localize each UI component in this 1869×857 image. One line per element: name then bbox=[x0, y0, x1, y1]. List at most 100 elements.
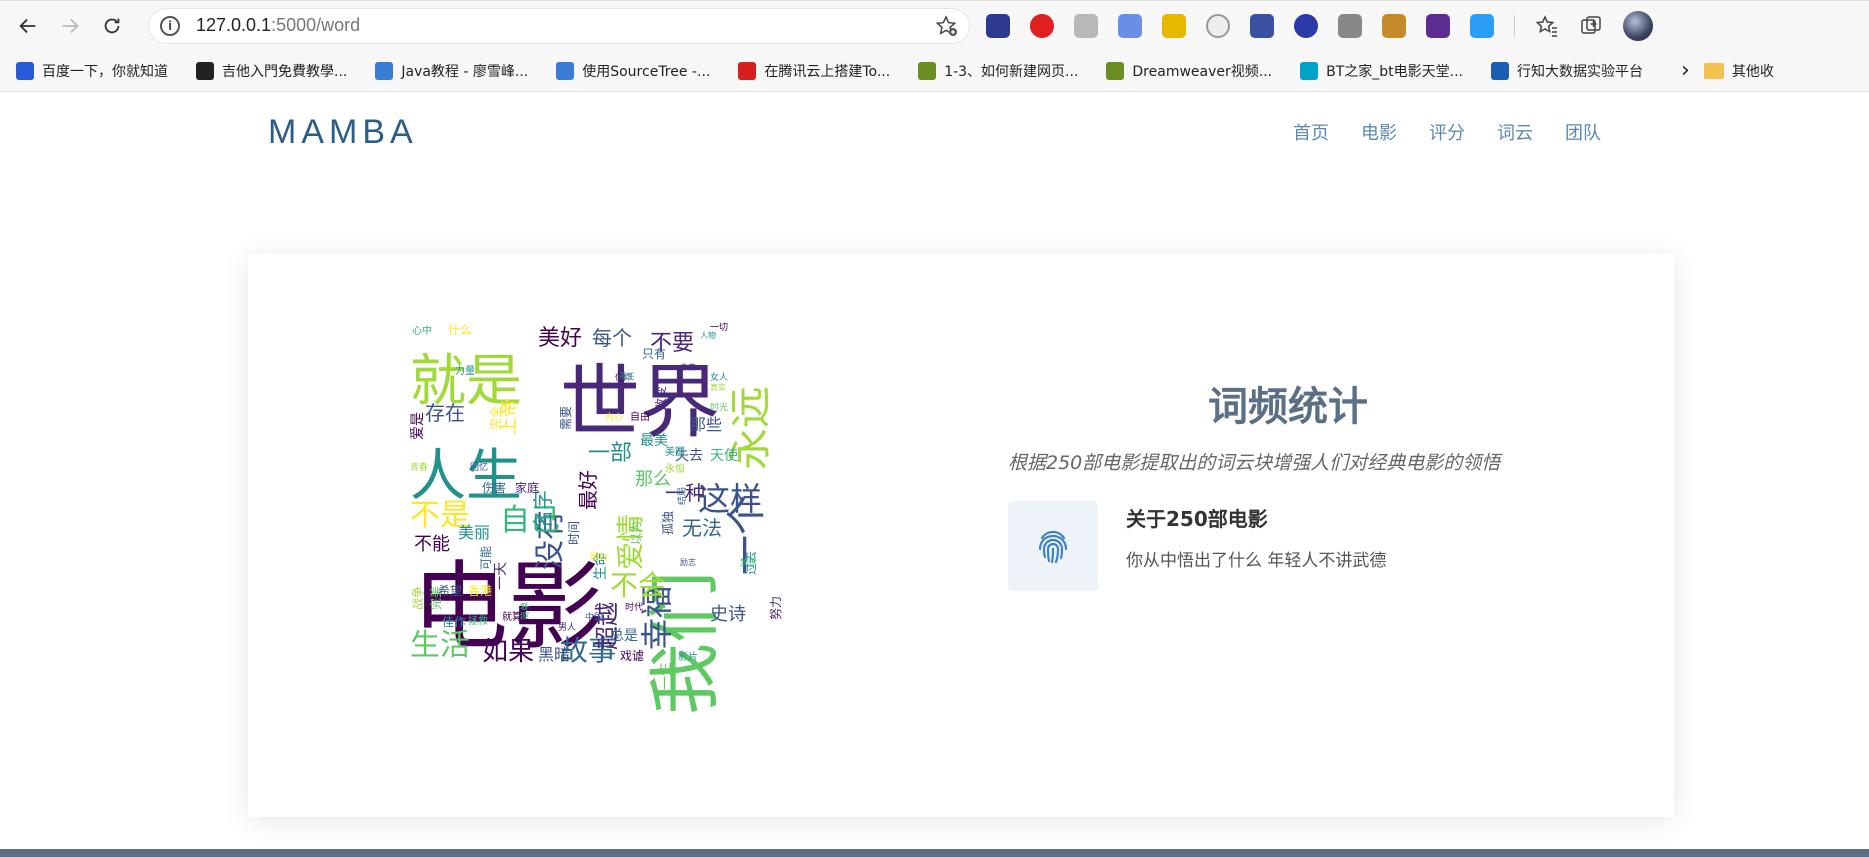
extension-icon[interactable] bbox=[1382, 14, 1406, 38]
nav-home[interactable]: 首页 bbox=[1293, 119, 1329, 145]
word-cloud-word: 明白 bbox=[590, 551, 608, 563]
word-cloud-word: 女人 bbox=[710, 371, 728, 383]
word-cloud-word: 未来 bbox=[680, 362, 696, 372]
bookmark-item[interactable]: 百度一下，你就知道 bbox=[16, 61, 168, 81]
extension-icon[interactable] bbox=[1162, 14, 1186, 38]
reload-button[interactable] bbox=[94, 8, 130, 44]
web-page: MAMBA 首页 电影 评分 词云 团队 电影 世界 我们 人生 就是 永远 一个 这样 幸福没… bbox=[0, 92, 1869, 857]
bookmarks-overflow-chevron-icon[interactable]: › bbox=[1681, 58, 1690, 83]
word-cloud-word: 责任 bbox=[619, 371, 635, 381]
extension-icon[interactable] bbox=[1074, 14, 1098, 38]
arrow-right-icon bbox=[59, 15, 81, 37]
word-cloud-word: 一天 bbox=[493, 562, 509, 590]
bookmarks-bar: 百度一下，你就知道 吉他入門免費教學... Java教程 - 廖雪峰... 使用Sou… bbox=[0, 50, 1869, 92]
nav-wordcloud[interactable]: 词云 bbox=[1497, 119, 1533, 145]
extension-icon[interactable] bbox=[1294, 14, 1318, 38]
word-cloud-word: 美国 bbox=[665, 445, 685, 458]
bookmark-favicon bbox=[16, 62, 34, 80]
word-cloud-word: 伤害 bbox=[482, 480, 506, 495]
bookmark-item[interactable]: Java教程 - 廖雪峰... bbox=[375, 61, 528, 81]
favorites-icon[interactable] bbox=[1535, 14, 1559, 38]
word-cloud-word: 生活 bbox=[410, 628, 470, 663]
word-cloud-word: 中国 bbox=[585, 611, 603, 623]
collections-icon[interactable] bbox=[1579, 14, 1603, 38]
other-bookmarks-folder[interactable]: 其他收 bbox=[1704, 61, 1774, 81]
word-cloud-word: 梦想 bbox=[740, 557, 756, 567]
feature-title: 关于250部电影 bbox=[1126, 503, 1386, 532]
word-cloud-word: 完全 bbox=[488, 406, 503, 430]
extension-icon[interactable] bbox=[1118, 14, 1142, 38]
word-cloud-word: 一生 bbox=[658, 662, 674, 690]
word-cloud-word: 时代 bbox=[625, 601, 643, 613]
bookmark-favicon bbox=[375, 62, 393, 80]
bookmark-label: 1-3、如何新建网页... bbox=[944, 61, 1078, 81]
word-cloud-word: 以为 bbox=[629, 521, 643, 545]
nav-movies[interactable]: 电影 bbox=[1361, 119, 1397, 145]
word-cloud-word: 人物 bbox=[700, 330, 716, 340]
word-frequency-card: 电影 世界 我们 人生 就是 永远 一个 这样 幸福 没有 不是 生活 自己 故事 如果 爱情 不会 超越 美好 每个… bbox=[248, 254, 1674, 817]
bookmark-item[interactable]: BT之家_bt电影天堂... bbox=[1300, 61, 1463, 81]
word-cloud-word: 总是 bbox=[610, 628, 638, 644]
extension-icon[interactable] bbox=[986, 14, 1010, 38]
bookmark-item[interactable]: 1-3、如何新建网页... bbox=[918, 61, 1078, 81]
feature-description: 你从中悟出了什么 年轻人不讲武德 bbox=[1126, 546, 1386, 571]
word-cloud-word: 香港 bbox=[468, 584, 492, 598]
extension-icon[interactable] bbox=[1426, 14, 1450, 38]
url-text[interactable]: 127.0.0.1:5000/word bbox=[196, 15, 934, 36]
bookmark-favicon bbox=[1300, 62, 1318, 80]
word-cloud-word: 影片 bbox=[678, 650, 698, 663]
back-button[interactable] bbox=[10, 8, 46, 44]
site-logo[interactable]: MAMBA bbox=[268, 113, 418, 152]
word-cloud-word: 一部 bbox=[588, 441, 632, 466]
bookmark-item[interactable]: 使用SourceTree -... bbox=[556, 61, 710, 81]
forward-button[interactable] bbox=[52, 8, 88, 44]
bookmark-favicon bbox=[1106, 62, 1124, 80]
word-cloud-word: 结局 bbox=[676, 487, 688, 505]
bookmark-item[interactable]: 行知大数据实验平台 bbox=[1491, 61, 1643, 81]
word-cloud-word: 完美 bbox=[428, 586, 443, 610]
word-cloud-word: 最美 bbox=[640, 433, 668, 449]
toolbar-divider bbox=[1514, 15, 1515, 37]
word-cloud-word: 简单 bbox=[519, 602, 531, 620]
feature-item: 关于250部电影 你从中悟出了什么 年轻人不讲武德 bbox=[1008, 501, 1568, 591]
word-cloud-word: 力量 bbox=[455, 364, 475, 377]
fingerprint-icon bbox=[1036, 527, 1070, 565]
word-cloud-word: 黑暗 bbox=[538, 645, 570, 664]
extension-icon[interactable] bbox=[1030, 14, 1054, 38]
word-cloud-word: 不会 bbox=[610, 569, 666, 602]
section-subtitle: 根据250部电影提取出的词云块增强人们对经典电影的领悟 bbox=[1008, 448, 1568, 475]
extension-icon[interactable] bbox=[1470, 14, 1494, 38]
word-cloud-word: 如果 bbox=[482, 637, 534, 667]
reload-icon bbox=[101, 15, 123, 37]
bookmark-item[interactable]: 在腾讯云上搭建To... bbox=[738, 61, 890, 81]
bookmark-item[interactable]: Dreamweaver视频... bbox=[1106, 61, 1272, 81]
word-cloud-word: 天使 bbox=[710, 447, 738, 464]
nav-team[interactable]: 团队 bbox=[1565, 119, 1601, 145]
site-info-icon[interactable]: i bbox=[160, 16, 180, 36]
bookmark-favicon bbox=[196, 62, 214, 80]
folder-icon bbox=[1704, 63, 1724, 79]
bookmark-item[interactable]: 吉他入門免費教學... bbox=[196, 61, 347, 81]
word-cloud-word: 内心 bbox=[605, 411, 623, 423]
bookmark-label: 行知大数据实验平台 bbox=[1517, 61, 1643, 81]
word-cloud-word: 回忆 bbox=[470, 461, 488, 473]
footer-strip bbox=[0, 849, 1869, 857]
word-cloud-word: 什么 bbox=[448, 323, 472, 337]
address-bar[interactable]: i 127.0.0.1:5000/word bbox=[148, 8, 970, 44]
nav-ratings[interactable]: 评分 bbox=[1429, 119, 1465, 145]
profile-avatar[interactable] bbox=[1623, 11, 1653, 41]
add-favorite-icon[interactable] bbox=[934, 14, 958, 38]
word-cloud-word: 励志 bbox=[680, 557, 696, 567]
word-cloud-word: 最好 bbox=[576, 470, 600, 510]
word-cloud-word: 爱是 bbox=[410, 412, 426, 440]
word-cloud-word: 男人 bbox=[558, 622, 576, 633]
bookmark-favicon bbox=[1491, 62, 1509, 80]
bookmark-label: 百度一下，你就知道 bbox=[42, 61, 168, 81]
extension-icon[interactable] bbox=[1338, 14, 1362, 38]
word-cloud-word: 存在 bbox=[425, 401, 465, 425]
bookmark-favicon bbox=[738, 62, 756, 80]
feature-text: 关于250部电影 你从中悟出了什么 年轻人不讲武德 bbox=[1126, 501, 1386, 591]
word-cloud-image: 电影 世界 我们 人生 就是 永远 一个 这样 幸福 没有 不是 生活 自己 故事 如果 爱情 不会 超越 美好 每个… bbox=[410, 320, 830, 724]
extension-icon[interactable] bbox=[1206, 14, 1230, 38]
extension-icon[interactable] bbox=[1250, 14, 1274, 38]
